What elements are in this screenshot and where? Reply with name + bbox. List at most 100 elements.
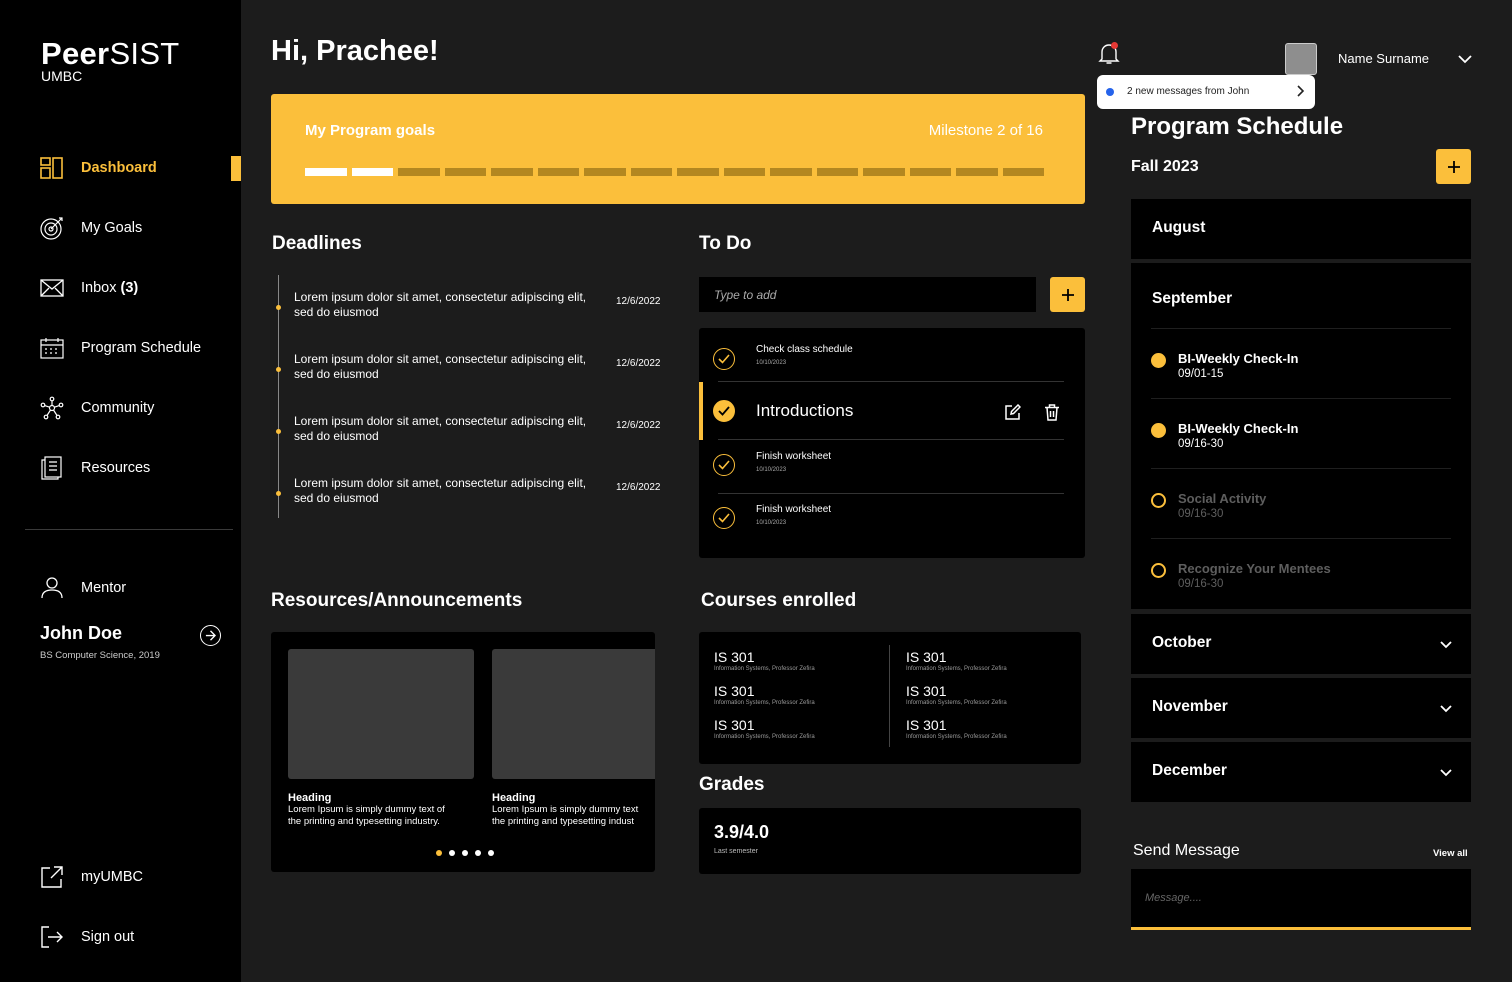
deadline-item[interactable]: Lorem ipsum dolor sit amet, consectetur …: [276, 414, 676, 454]
milestone-segment: [770, 168, 812, 176]
edit-icon[interactable]: [1004, 404, 1021, 421]
carousel-dot[interactable]: [475, 850, 481, 856]
schedule-event[interactable]: Social Activity 09/16-30: [1151, 488, 1451, 548]
plus-icon: [1061, 288, 1074, 301]
mentor-label: Mentor: [81, 580, 127, 596]
carousel-dot[interactable]: [449, 850, 455, 856]
check-icon: [718, 406, 730, 416]
milestone-text: Milestone 2 of 16: [928, 122, 1043, 139]
todo-checkbox[interactable]: [713, 400, 735, 422]
course-item[interactable]: IS 301 Information Systems, Professor Zef…: [906, 717, 1076, 740]
todo-item-active[interactable]: Introductions: [699, 382, 1085, 440]
schedule-event[interactable]: BI-Weekly Check-In 09/16-30: [1151, 418, 1451, 478]
todo-checkbox[interactable]: [713, 454, 735, 476]
milestone-segment: [491, 168, 533, 176]
add-event-button[interactable]: [1436, 149, 1471, 184]
milestone-segment-complete: [305, 168, 347, 176]
course-desc: Information Systems, Professor Zefira: [906, 700, 1007, 706]
milestone-segment: [1002, 168, 1044, 176]
todo-title-text: Introductions: [756, 401, 854, 420]
sidebar-item-sign-out[interactable]: Sign out: [0, 917, 241, 957]
sidebar-item-myumbc[interactable]: myUMBC: [0, 857, 241, 897]
schedule-event[interactable]: Recognize Your Mentees 09/16-30: [1151, 558, 1451, 618]
month-november[interactable]: November: [1131, 678, 1471, 738]
course-code: IS 301: [714, 649, 755, 665]
course-item[interactable]: IS 301 Information Systems, Professor Zef…: [906, 649, 1076, 672]
sidebar-item-community[interactable]: Community: [0, 388, 241, 428]
sidebar-item-program-schedule[interactable]: Program Schedule: [0, 328, 241, 368]
notification-text: 2 new messages from John: [1127, 86, 1250, 97]
course-item[interactable]: IS 301 Information Systems, Professor Zef…: [714, 717, 884, 740]
column-divider: [889, 645, 890, 747]
deadline-item[interactable]: Lorem ipsum dolor sit amet, consectetur …: [276, 476, 676, 516]
sidebar-item-inbox[interactable]: Inbox (3): [0, 268, 241, 308]
event-date: 09/16-30: [1178, 438, 1224, 450]
todo-checkbox[interactable]: [713, 348, 735, 370]
timeline-dot: [276, 491, 281, 496]
todo-date: 10/10/2023: [756, 520, 787, 526]
carousel-dot-active[interactable]: [436, 850, 442, 856]
carousel-dot[interactable]: [488, 850, 494, 856]
resource-image: [288, 649, 474, 779]
program-goals-banner[interactable]: My Program goals Milestone 2 of 16: [271, 94, 1085, 204]
milestone-segment: [863, 168, 905, 176]
deadline-item[interactable]: Lorem ipsum dolor sit amet, consectetur …: [276, 290, 676, 330]
todo-list: Check class schedule 10/10/2023 Introduc…: [699, 328, 1085, 558]
gpa-value: 3.9/4.0: [714, 822, 770, 842]
deadline-text: Lorem ipsum dolor sit amet, consectetur …: [294, 352, 587, 381]
mentor-name: John Doe: [40, 623, 123, 643]
message-input[interactable]: [1131, 869, 1471, 930]
resource-text-line: the printing and typesetting industry.: [288, 816, 440, 827]
resource-card[interactable]: Heading Lorem Ipsum is simply dummy text…: [288, 649, 474, 828]
sidebar-item-dashboard[interactable]: Dashboard: [0, 148, 241, 188]
mentor-profile-arrow-button[interactable]: [200, 625, 221, 646]
todo-item[interactable]: Check class schedule 10/10/2023: [699, 328, 1085, 382]
course-item[interactable]: IS 301 Information Systems, Professor Zef…: [714, 683, 884, 706]
course-item[interactable]: IS 301 Information Systems, Professor Zef…: [906, 683, 1076, 706]
notification-dot: [1111, 42, 1118, 49]
grades-title: Grades: [699, 774, 765, 795]
chevron-down-icon: [1438, 637, 1454, 653]
sidebar-item-label: Sign out: [81, 929, 135, 945]
sidebar-item-my-goals[interactable]: My Goals: [0, 208, 241, 248]
todo-date: 10/10/2023: [756, 360, 787, 366]
month-december[interactable]: December: [1131, 742, 1471, 802]
chevron-down-icon[interactable]: [1456, 50, 1474, 68]
todo-item[interactable]: Finish worksheet 10/10/2023: [699, 494, 1085, 548]
todo-input[interactable]: [699, 277, 1036, 312]
month-august[interactable]: August: [1131, 199, 1471, 259]
page-title: Hi, Prachee!: [271, 35, 439, 67]
grades-panel: 3.9/4.0 Last semester: [699, 808, 1081, 874]
timeline-dot: [276, 367, 281, 372]
schedule-event[interactable]: BI-Weekly Check-In 09/01-15: [1151, 348, 1451, 408]
sidebar-item-label: myUMBC: [81, 869, 144, 885]
todo-item[interactable]: Finish worksheet 10/10/2023: [699, 440, 1085, 494]
resource-card[interactable]: Heading Lorem Ipsum is simply dummy text…: [492, 649, 655, 828]
course-item[interactable]: IS 301 Information Systems, Professor Zef…: [714, 649, 884, 672]
month-october[interactable]: October: [1131, 614, 1471, 674]
add-todo-button[interactable]: [1050, 277, 1085, 312]
avatar[interactable]: [1285, 43, 1317, 75]
milestone-segment: [816, 168, 858, 176]
course-desc: Information Systems, Professor Zefira: [906, 734, 1007, 740]
sidebar-item-resources[interactable]: Resources: [0, 448, 241, 488]
event-date: 09/01-15: [1178, 368, 1224, 380]
sidebar-item-label: My Goals: [81, 220, 143, 236]
todo-checkbox[interactable]: [713, 507, 735, 529]
course-code: IS 301: [714, 717, 755, 733]
check-icon: [718, 513, 730, 523]
month-september: September BI-Weekly Check-In 09/01-15 BI…: [1131, 263, 1471, 609]
deadline-item[interactable]: Lorem ipsum dolor sit amet, consectetur …: [276, 352, 676, 392]
view-all-link[interactable]: View all: [1433, 848, 1468, 859]
carousel-dot[interactable]: [462, 850, 468, 856]
user-name: Name Surname: [1338, 51, 1430, 66]
deadlines-title: Deadlines: [272, 233, 362, 254]
sidebar-item-label: Resources: [81, 460, 151, 476]
trash-icon[interactable]: [1044, 404, 1060, 421]
dashboard-icon: [39, 155, 65, 181]
unread-dot: [1106, 88, 1114, 96]
notification-popup[interactable]: 2 new messages from John: [1097, 75, 1315, 109]
event-name: Recognize Your Mentees: [1178, 561, 1331, 576]
event-name: Social Activity: [1178, 491, 1267, 506]
month-label: October: [1152, 634, 1212, 651]
